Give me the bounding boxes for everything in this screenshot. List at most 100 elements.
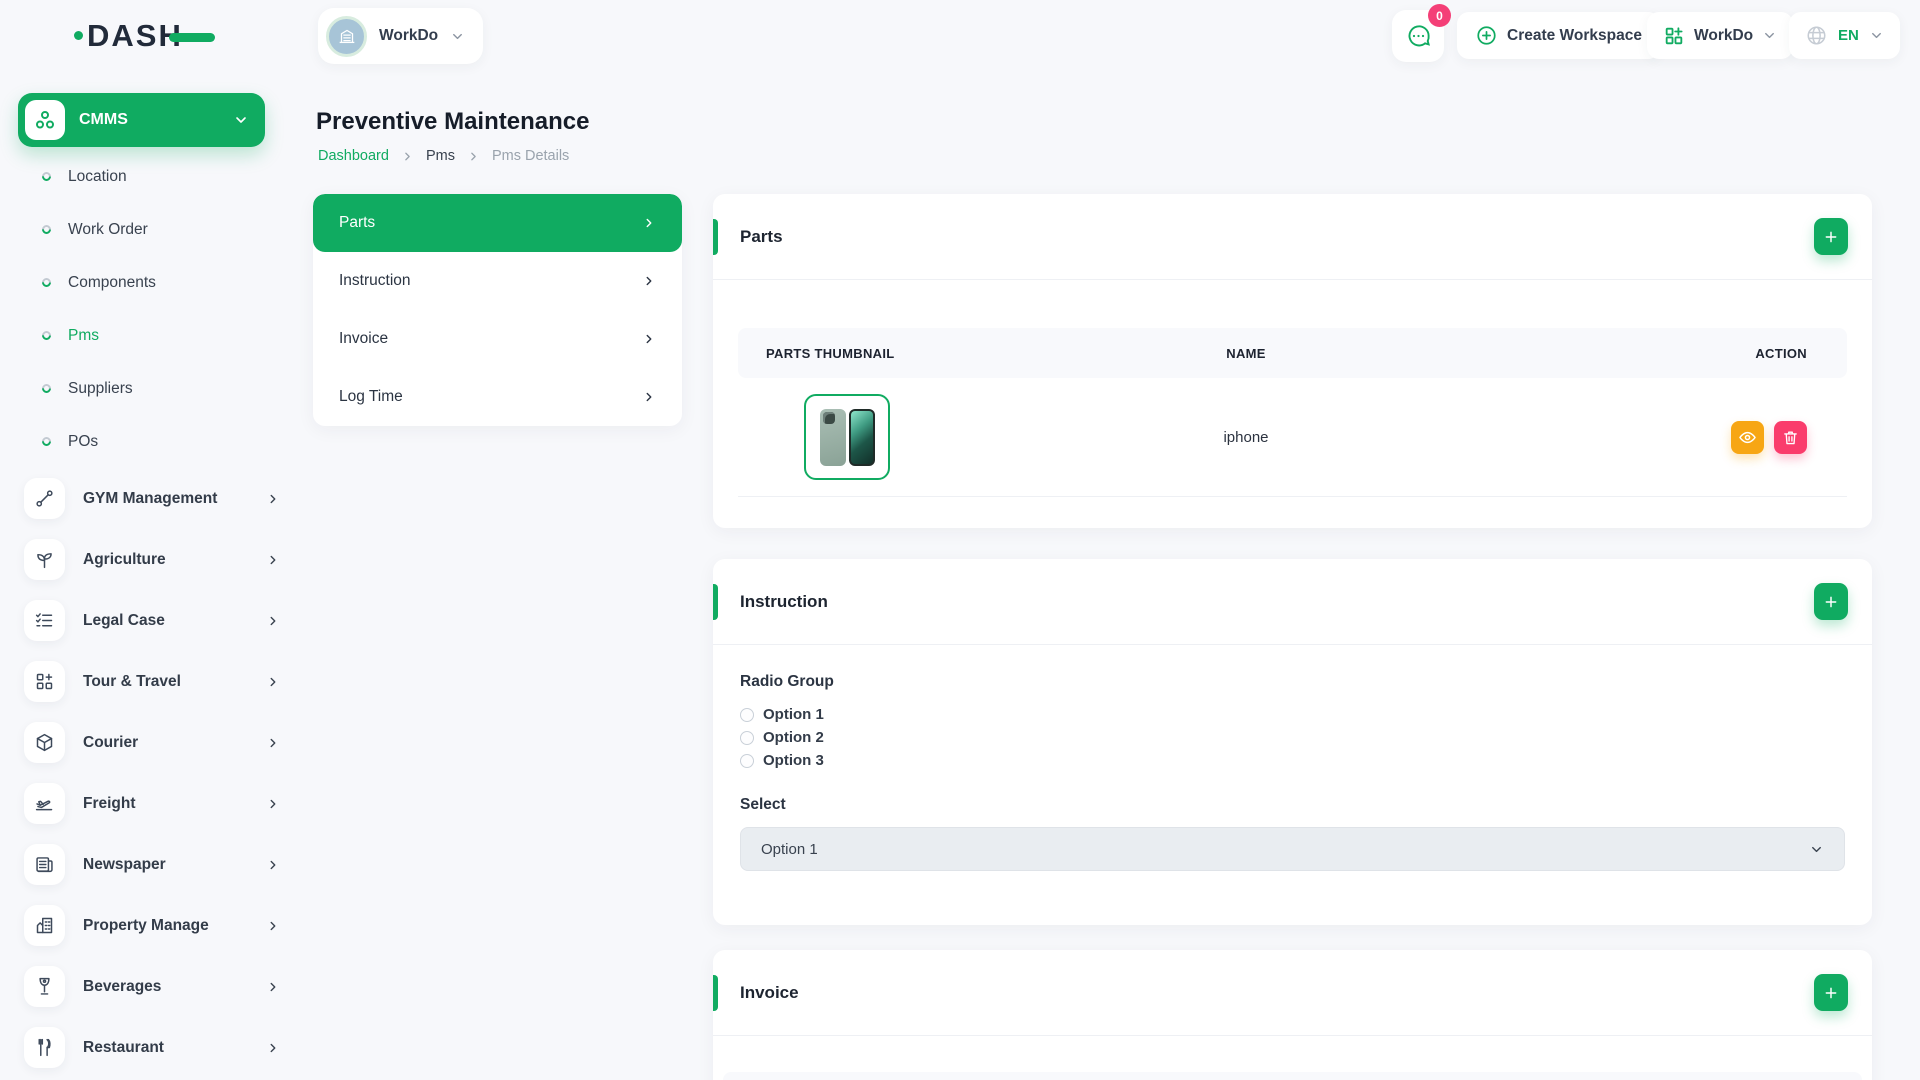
sidebar-group-freight[interactable]: Freight	[18, 773, 280, 834]
part-thumbnail-iphone[interactable]	[804, 394, 890, 480]
sidebar-item-pos[interactable]: POs	[18, 415, 278, 468]
sidebar-group-legal-case[interactable]: Legal Case	[18, 590, 280, 651]
package-icon	[24, 722, 65, 763]
chevron-right-icon	[266, 858, 280, 872]
tab-instruction[interactable]: Instruction	[313, 252, 682, 310]
iphone-front-image	[849, 409, 875, 466]
checklist-icon	[24, 600, 65, 641]
sidebar-group-agriculture[interactable]: Agriculture	[18, 529, 280, 590]
plane-icon	[24, 783, 65, 824]
plus-icon	[1823, 594, 1839, 610]
newspaper-icon	[24, 844, 65, 885]
chat-bubble-icon	[1405, 23, 1432, 50]
bullet-icon	[40, 170, 53, 183]
sidebar-group-property-manage[interactable]: Property Manage	[18, 895, 280, 956]
invoice-table-header	[723, 1072, 1862, 1080]
chevron-right-icon	[642, 274, 656, 288]
radio-option-2[interactable]: Option 2	[740, 726, 1845, 749]
workspace-name: WorkDo	[379, 27, 438, 45]
chevron-right-icon	[467, 150, 480, 163]
sidebar-item-components[interactable]: Components	[18, 256, 278, 309]
tab-parts[interactable]: Parts	[313, 194, 682, 252]
instruction-title: Instruction	[740, 592, 828, 612]
radio-option-3[interactable]: Option 3	[740, 749, 1845, 772]
sidebar-groups: GYM Management Agriculture Legal Case	[18, 468, 280, 1078]
building-icon	[336, 25, 358, 47]
plus-icon	[1823, 229, 1839, 245]
sidebar-item-work-order[interactable]: Work Order	[18, 203, 278, 256]
delete-part-button[interactable]	[1774, 421, 1807, 454]
workspace-avatar	[326, 16, 367, 57]
radio-icon[interactable]	[740, 754, 754, 768]
chevron-down-icon	[1869, 28, 1884, 43]
iphone-back-image	[820, 409, 846, 466]
sidebar-item-suppliers[interactable]: Suppliers	[18, 362, 278, 415]
plus-circle-icon	[1475, 24, 1498, 47]
add-invoice-button[interactable]	[1814, 974, 1848, 1011]
chevron-down-icon	[233, 112, 249, 128]
chevron-right-icon	[266, 1041, 280, 1055]
radio-group: Option 1 Option 2 Option 3	[740, 703, 1845, 772]
breadcrumb-pms-details: Pms Details	[492, 148, 569, 164]
select-dropdown[interactable]: Option 1	[740, 827, 1845, 871]
cmms-submenu: Location Work Order Components Pms Suppl…	[18, 150, 278, 468]
section-accent-bar	[713, 975, 718, 1011]
col-parts-thumbnail: PARTS THUMBNAIL	[766, 346, 1006, 361]
add-part-button[interactable]	[1814, 218, 1848, 255]
sidebar-module-cmms[interactable]: CMMS	[18, 93, 265, 147]
instruction-section: Instruction Radio Group Option 1 Option …	[713, 559, 1872, 925]
sidebar-group-gym-management[interactable]: GYM Management	[18, 468, 280, 529]
add-instruction-button[interactable]	[1814, 583, 1848, 620]
radio-icon[interactable]	[740, 708, 754, 722]
breadcrumb-dashboard[interactable]: Dashboard	[318, 148, 389, 164]
dumbbell-icon	[24, 478, 65, 519]
chevron-right-icon	[266, 553, 280, 567]
sidebar-group-newspaper[interactable]: Newspaper	[18, 834, 280, 895]
bullet-icon	[40, 329, 53, 342]
globe-icon	[1805, 24, 1828, 47]
sidebar-group-restaurant[interactable]: Restaurant	[18, 1017, 280, 1078]
create-workspace-button[interactable]: Create Workspace	[1457, 12, 1660, 59]
sprout-icon	[24, 539, 65, 580]
screen: DASH WorkDo 0 Create Workspace	[0, 0, 1920, 1080]
wine-glass-icon	[24, 966, 65, 1007]
part-name: iphone	[1006, 429, 1486, 446]
cmms-iconbox	[25, 100, 65, 140]
messages-button[interactable]: 0	[1392, 10, 1444, 62]
breadcrumb: Dashboard Pms Pms Details	[318, 148, 569, 164]
select-label: Select	[740, 796, 1845, 814]
parts-table-header: PARTS THUMBNAIL NAME ACTION	[738, 328, 1847, 378]
chevron-down-icon	[1809, 842, 1824, 857]
brand-logo[interactable]: DASH	[74, 20, 215, 51]
sidebar-item-location[interactable]: Location	[18, 150, 278, 203]
instruction-header: Instruction	[713, 559, 1872, 645]
tab-invoice[interactable]: Invoice	[313, 310, 682, 368]
workdo-menu[interactable]: WorkDo	[1647, 12, 1793, 59]
sidebar-group-tour-travel[interactable]: Tour & Travel	[18, 651, 280, 712]
chevron-down-icon	[450, 29, 465, 44]
radio-option-1[interactable]: Option 1	[740, 703, 1845, 726]
chevron-right-icon	[266, 919, 280, 933]
tab-log-time[interactable]: Log Time	[313, 368, 682, 426]
language-selector[interactable]: EN	[1789, 12, 1900, 59]
three-circles-icon	[33, 108, 57, 132]
chevron-right-icon	[401, 150, 414, 163]
workspace-switcher[interactable]: WorkDo	[318, 8, 483, 64]
radio-icon[interactable]	[740, 731, 754, 745]
bullet-icon	[40, 223, 53, 236]
eye-icon	[1738, 428, 1757, 447]
workdo-menu-label: WorkDo	[1694, 27, 1753, 45]
section-accent-bar	[713, 219, 718, 255]
view-part-button[interactable]	[1731, 421, 1764, 454]
bullet-icon	[40, 276, 53, 289]
sidebar-group-courier[interactable]: Courier	[18, 712, 280, 773]
parts-header: Parts	[713, 194, 1872, 280]
sidebar-item-pms[interactable]: Pms	[18, 309, 278, 362]
breadcrumb-pms[interactable]: Pms	[426, 148, 455, 164]
bullet-icon	[40, 382, 53, 395]
chevron-right-icon	[266, 675, 280, 689]
logo-dot	[74, 31, 83, 40]
table-row: iphone	[738, 378, 1847, 497]
sidebar-group-beverages[interactable]: Beverages	[18, 956, 280, 1017]
chevron-right-icon	[266, 614, 280, 628]
